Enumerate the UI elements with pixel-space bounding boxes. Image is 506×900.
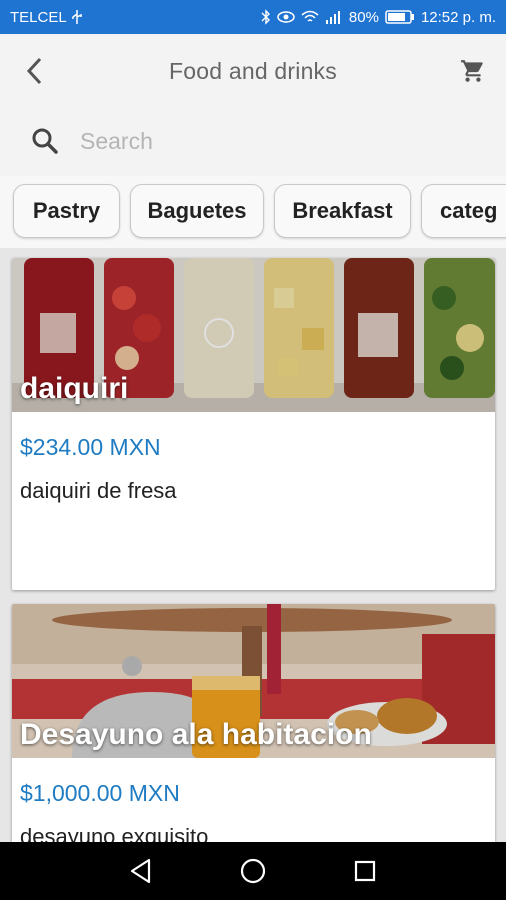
search-bar bbox=[0, 106, 506, 176]
product-list: daiquiri $234.00 MXN daiquiri de fresa D… bbox=[0, 248, 506, 842]
eye-icon bbox=[277, 10, 295, 24]
nav-back-icon bbox=[130, 858, 151, 884]
product-price: $1,000.00 MXN bbox=[20, 780, 180, 806]
status-right: 80% 12:52 p. m. bbox=[261, 9, 496, 26]
signal-icon bbox=[325, 10, 343, 24]
app-bar: Food and drinks bbox=[0, 34, 506, 106]
product-card[interactable]: Desayuno ala habitacion $1,000.00 MXN de… bbox=[12, 604, 495, 842]
product-description: daiquiri de fresa bbox=[20, 478, 177, 503]
status-left: TELCEL bbox=[10, 9, 83, 26]
usb-icon bbox=[71, 9, 83, 25]
chip-categ[interactable]: categ bbox=[421, 184, 506, 238]
nav-home-icon bbox=[240, 858, 266, 884]
chip-baguetes[interactable]: Baguetes bbox=[130, 184, 264, 238]
product-title: daiquiri bbox=[20, 372, 129, 405]
search-icon bbox=[30, 126, 60, 156]
nav-home-button[interactable] bbox=[238, 856, 268, 886]
nav-recents-icon bbox=[354, 860, 376, 882]
product-price: $234.00 MXN bbox=[20, 434, 161, 460]
shopping-cart-icon bbox=[461, 60, 483, 82]
product-card[interactable]: daiquiri $234.00 MXN daiquiri de fresa bbox=[12, 258, 495, 590]
cart-button[interactable] bbox=[458, 56, 488, 86]
search-input[interactable] bbox=[78, 126, 442, 156]
product-title: Desayuno ala habitacion bbox=[20, 718, 372, 751]
product-image: Desayuno ala habitacion bbox=[12, 604, 495, 758]
product-description: desayuno exquisito bbox=[20, 824, 209, 842]
carrier-label: TELCEL bbox=[10, 8, 67, 26]
page-title: Food and drinks bbox=[169, 58, 337, 84]
status-bar: TELCEL 80% 12:52 p. m. bbox=[0, 0, 506, 34]
system-nav-bar bbox=[0, 842, 506, 900]
chip-breakfast[interactable]: Breakfast bbox=[274, 184, 411, 238]
category-chips: Pastry Baguetes Breakfast categ bbox=[0, 176, 506, 248]
nav-recents-button[interactable] bbox=[350, 856, 380, 886]
chip-pastry[interactable]: Pastry bbox=[13, 184, 120, 238]
nav-back-button[interactable] bbox=[126, 856, 156, 886]
bluetooth-icon bbox=[261, 9, 271, 25]
battery-label: 80% bbox=[348, 8, 379, 26]
product-image: daiquiri bbox=[12, 258, 495, 412]
battery-icon bbox=[385, 10, 415, 24]
chips-track: Pastry Baguetes Breakfast categ bbox=[13, 184, 506, 238]
wifi-icon bbox=[301, 10, 319, 24]
clock: 12:52 p. m. bbox=[420, 8, 496, 26]
